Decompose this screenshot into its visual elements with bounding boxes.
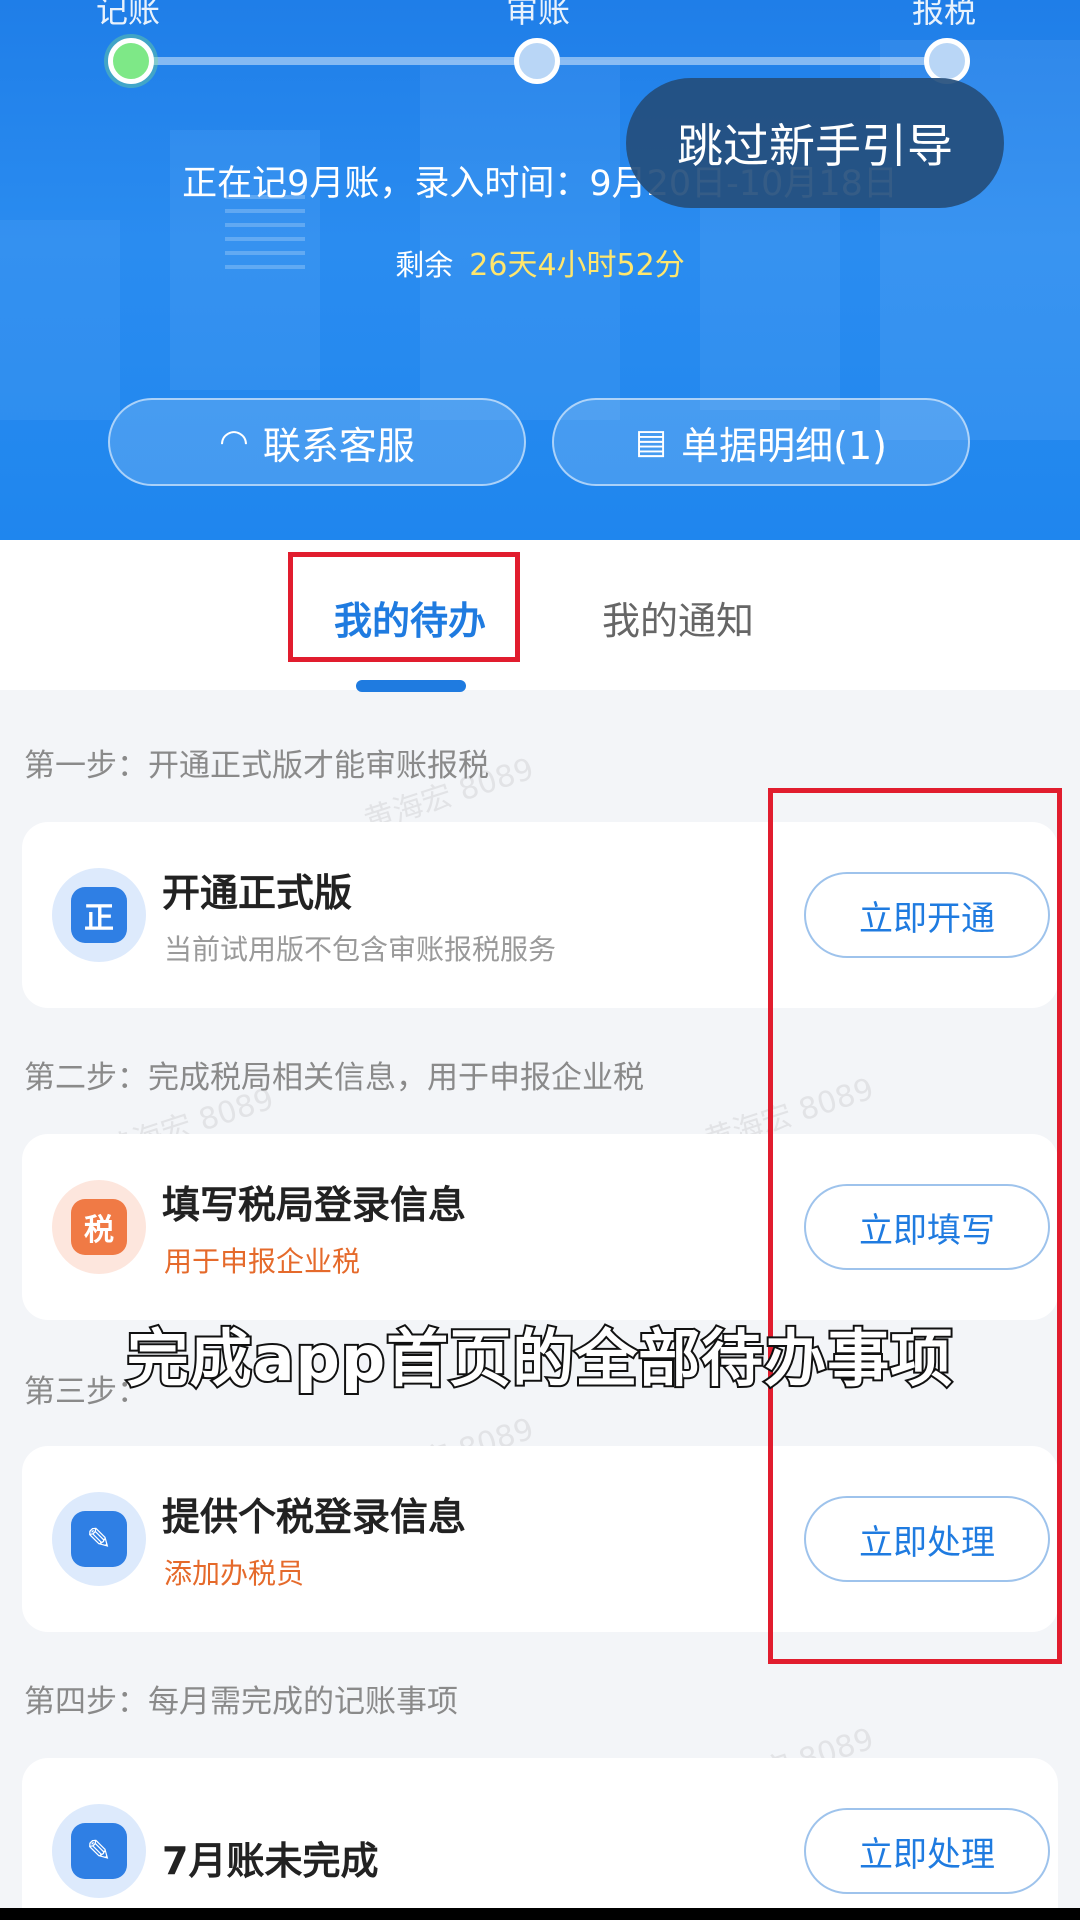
step-title: 第四步：每月需完成的记账事项: [24, 1684, 458, 1720]
badge-icon: 正: [52, 868, 146, 962]
step-label-bookkeeping: 记账: [96, 0, 161, 30]
active-tab-indicator: [356, 680, 466, 692]
receipt-icon: ▤: [635, 422, 668, 462]
todo-subtitle: 当前试用版不包含审账报税服务: [164, 933, 557, 966]
todo-title: 填写税局登录信息: [162, 1183, 467, 1227]
step-title: 第一步：开通正式版才能审账报税: [24, 748, 489, 784]
todo-card: ✎ 7月账未完成 立即处理: [22, 1758, 1058, 1908]
step-label-tax: 报税: [912, 0, 977, 30]
step-dot: [514, 38, 560, 84]
step-label-audit: 审账: [506, 0, 571, 30]
pencil-icon: ✎: [52, 1492, 146, 1586]
step-title: 第二步：完成税局相关信息，用于申报企业税: [24, 1060, 644, 1096]
skip-guide-button[interactable]: 跳过新手引导: [626, 78, 1004, 208]
todo-subtitle: 添加办税员: [164, 1557, 305, 1590]
contact-support-label: 联系客服: [262, 423, 415, 468]
todo-subtitle: 用于申报企业税: [164, 1245, 361, 1278]
annotation-highlight-actions: [768, 788, 1062, 1664]
process-now-button[interactable]: 立即处理: [804, 1808, 1050, 1894]
contact-support-button[interactable]: ◠ 联系客服: [108, 398, 526, 486]
app-screen: 记账 审账 报税 正在记9月账，录入时间：9月20日-10月18日 剩余 26天4…: [0, 0, 1080, 1908]
remaining-label: 剩余: [395, 248, 454, 282]
annotation-highlight-tab: [288, 552, 520, 662]
tab-bar: 我的待办 我的通知: [0, 540, 1080, 692]
remaining-value: 26天4小时52分: [469, 248, 685, 283]
receipts-detail-label: 单据明细(1): [681, 423, 887, 468]
tab-my-notifications[interactable]: 我的通知: [602, 590, 754, 645]
edit-document-icon: ✎: [52, 1804, 146, 1898]
todo-title: 7月账未完成: [162, 1839, 379, 1883]
video-caption: 完成app首页的全部待办事项: [125, 1320, 955, 1397]
step-dot-current: [108, 38, 154, 84]
todo-title: 开通正式版: [162, 871, 353, 915]
receipts-detail-button[interactable]: ▤ 单据明细(1): [552, 398, 970, 486]
headset-icon: ◠: [219, 422, 249, 462]
bottom-black-bar: [0, 1908, 1080, 1920]
remaining-time: 剩余 26天4小时52分: [0, 240, 1080, 284]
todo-title: 提供个税登录信息: [162, 1495, 467, 1539]
tax-document-icon: 税: [52, 1180, 146, 1274]
